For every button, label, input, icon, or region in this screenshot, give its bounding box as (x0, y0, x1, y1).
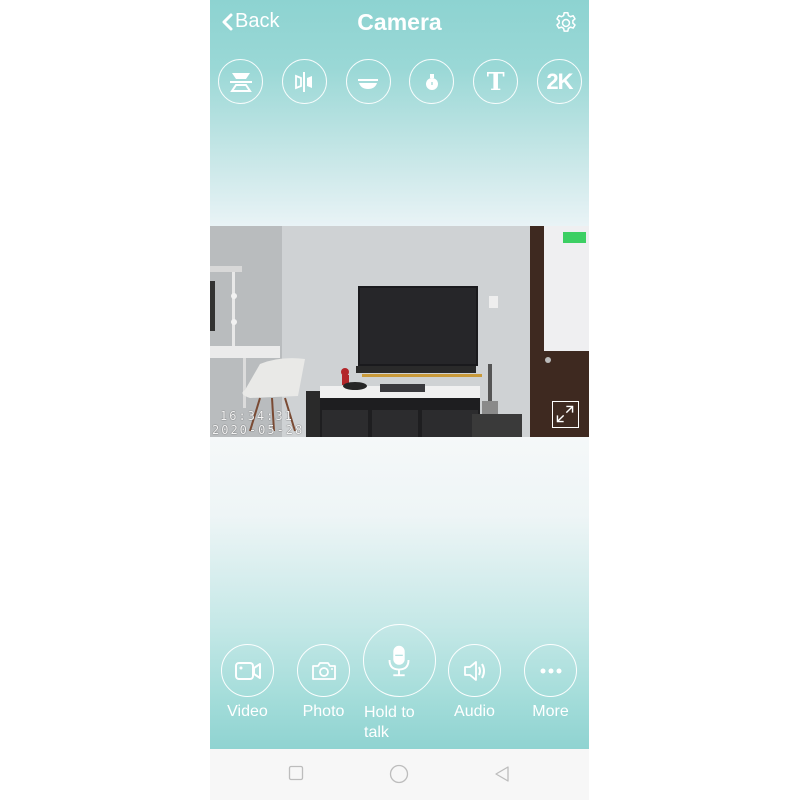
photo-label: Photo (302, 703, 345, 720)
camera-live-view[interactable]: 16:34:31 2020-05-28 (210, 226, 589, 437)
osd-date: 2020-05-28 (212, 423, 305, 437)
mirror-button[interactable] (281, 59, 327, 104)
gear-icon[interactable] (553, 10, 579, 36)
photo-ring (297, 644, 350, 697)
video-label: Video (227, 703, 268, 720)
more-label: More (532, 703, 569, 720)
ceiling-mount-button[interactable] (345, 59, 391, 104)
back-triangle-icon[interactable] (493, 765, 511, 783)
more-icon (540, 668, 561, 673)
speaker-icon (463, 660, 485, 681)
timestamp-overlay: 16:34:31 2020-05-28 (212, 409, 304, 437)
bulb-icon (425, 73, 438, 90)
ceiling-mount-icon (358, 78, 379, 89)
talk-label: Hold to talk (364, 704, 415, 741)
flip-vertical-icon (229, 72, 252, 92)
mirror-icon (295, 71, 313, 92)
video-ring (221, 644, 274, 697)
flip-vertical-button[interactable] (218, 59, 263, 104)
expand-icon (556, 405, 574, 423)
resolution-icon: 2K (546, 68, 573, 94)
camera-screen: Back Camera T 2K 16:34:31 2020-05-28 Vid… (210, 0, 589, 800)
page-title: Camera (357, 9, 442, 35)
fullscreen-button[interactable] (552, 401, 579, 428)
resolution-button[interactable]: 2K (536, 59, 582, 104)
camera-feed-image (210, 226, 589, 437)
system-nav-bar (210, 749, 589, 800)
photo-button[interactable]: Photo (297, 644, 350, 722)
video-camera-icon (234, 661, 261, 680)
more-button[interactable]: More (524, 644, 577, 722)
header: Back Camera (210, 0, 589, 48)
osd-time: 16:34:31 (220, 409, 294, 423)
audio-ring (448, 644, 501, 697)
text-overlay-button[interactable]: T (473, 59, 519, 104)
recent-apps-icon[interactable] (288, 765, 304, 781)
camera-icon (311, 661, 336, 680)
home-icon[interactable] (389, 764, 409, 784)
toolbar: T 2K (218, 59, 582, 107)
night-light-button[interactable] (409, 59, 455, 104)
audio-button[interactable]: Audio (448, 644, 501, 722)
signal-indicator (563, 232, 586, 243)
text-icon: T (486, 67, 505, 96)
more-ring (524, 644, 577, 697)
microphone-icon (388, 645, 410, 676)
video-record-button[interactable]: Video (221, 644, 274, 722)
hold-to-talk-button[interactable]: Hold to talk (362, 624, 436, 743)
audio-label: Audio (454, 703, 495, 720)
talk-ring (362, 624, 436, 697)
control-bar: Video Photo Hold to talk Audio More (210, 622, 589, 747)
